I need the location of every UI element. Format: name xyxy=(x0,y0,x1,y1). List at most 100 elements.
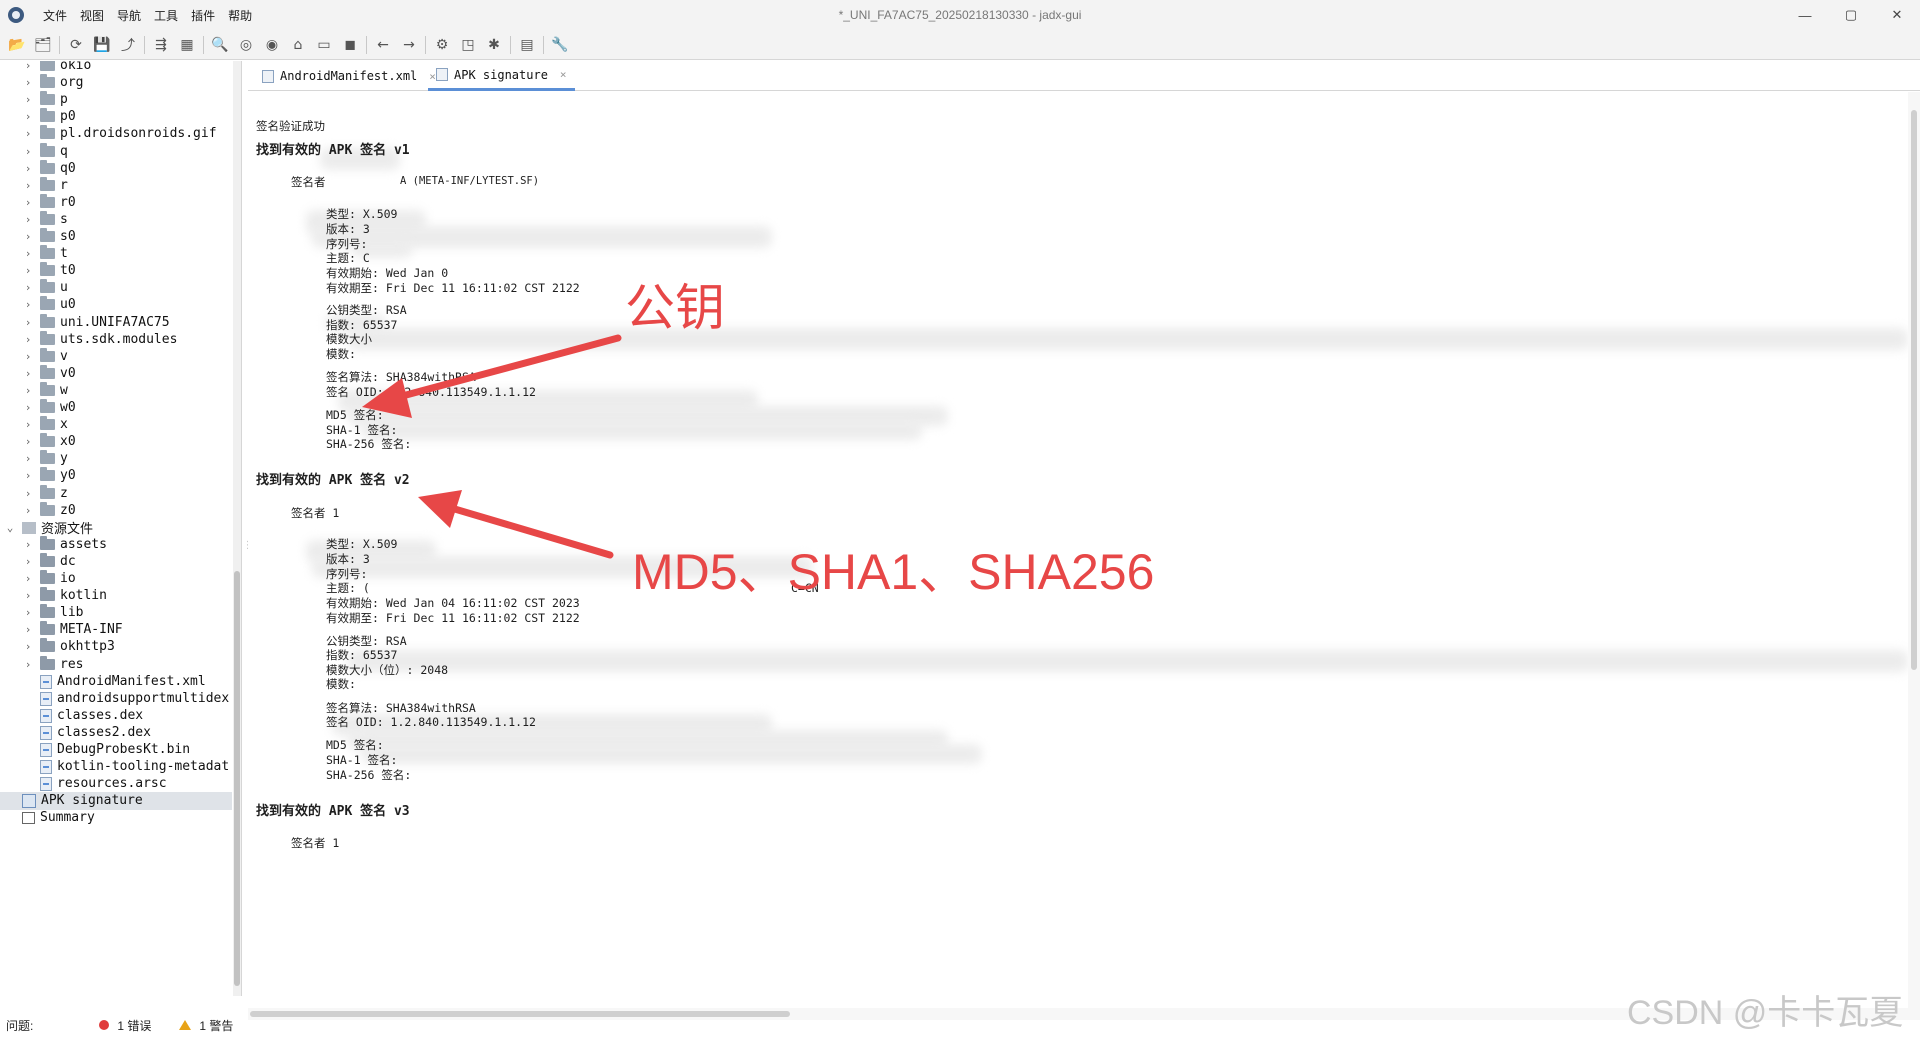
chevron-right-icon[interactable]: › xyxy=(22,384,34,397)
package-icon xyxy=(40,177,55,191)
chevron-right-icon[interactable]: › xyxy=(22,281,34,294)
log-icon[interactable]: ▭ xyxy=(311,33,337,57)
chevron-right-icon[interactable]: › xyxy=(22,589,34,602)
folder-icon xyxy=(40,621,55,635)
tab-apk-signature[interactable]: APK signature × xyxy=(428,61,575,91)
package-icon xyxy=(40,314,55,328)
chevron-right-icon[interactable]: › xyxy=(22,264,34,277)
project-tree[interactable]: › okio › org › p › p0 › pl.droidsonroids.gif › q › q0… xyxy=(0,61,242,996)
warning-count[interactable]: 1 警告 xyxy=(179,1017,233,1034)
chevron-down-icon[interactable]: ⌄ xyxy=(4,521,16,534)
chevron-right-icon[interactable]: › xyxy=(22,333,34,346)
toolbar-separator xyxy=(425,35,426,54)
chevron-right-icon[interactable]: › xyxy=(22,179,34,192)
chevron-right-icon[interactable]: › xyxy=(22,127,34,140)
chevron-right-icon[interactable]: › xyxy=(22,555,34,568)
folder-icon xyxy=(40,587,55,601)
chevron-right-icon[interactable]: › xyxy=(22,469,34,482)
tree-item-label: q0 xyxy=(60,161,76,176)
export-icon[interactable]: ⤴ xyxy=(115,33,141,57)
mark-icon[interactable]: ◼ xyxy=(337,33,363,57)
v2-type: 类型: X.509 xyxy=(326,537,398,551)
open-file-icon[interactable]: 📂 xyxy=(4,33,30,57)
chevron-right-icon[interactable]: › xyxy=(22,435,34,448)
chevron-right-icon[interactable]: › xyxy=(22,230,34,243)
add-files-icon[interactable]: 🗂 xyxy=(30,33,56,57)
tab-androidmanifest[interactable]: AndroidManifest.xml × xyxy=(262,61,436,91)
debug-icon[interactable]: ✱ xyxy=(481,33,507,57)
chevron-right-icon[interactable]: › xyxy=(22,213,34,226)
watermark: CSDN @卡卡瓦夏 xyxy=(1627,994,1904,1032)
chevron-right-icon[interactable]: › xyxy=(22,418,34,431)
minimize-button[interactable]: — xyxy=(1782,0,1828,30)
chevron-right-icon[interactable]: › xyxy=(22,487,34,500)
deobf-icon[interactable]: ▦ xyxy=(174,33,200,57)
chevron-right-icon[interactable]: › xyxy=(22,606,34,619)
content-hscroll-thumb[interactable] xyxy=(250,1011,790,1017)
quark-icon[interactable]: ⚙ xyxy=(429,33,455,57)
tree-item-label: x0 xyxy=(60,434,76,449)
find-usage-icon[interactable]: ◉ xyxy=(259,33,285,57)
resources-icon xyxy=(22,521,36,534)
chevron-right-icon[interactable]: › xyxy=(22,350,34,363)
content-vertical-scrollbar[interactable] xyxy=(1908,92,1920,1020)
chevron-right-icon[interactable]: › xyxy=(22,658,34,671)
tab-close-icon[interactable]: × xyxy=(560,68,567,81)
chevron-right-icon[interactable]: › xyxy=(22,298,34,311)
chevron-right-icon[interactable]: › xyxy=(22,367,34,380)
summary-icon xyxy=(22,811,35,824)
content-scroll-thumb[interactable] xyxy=(1911,110,1917,670)
chevron-right-icon[interactable]: › xyxy=(22,316,34,329)
error-count[interactable]: 1 错误 xyxy=(99,1017,151,1034)
tree-item-label: t0 xyxy=(60,263,76,278)
settings-icon[interactable]: 🔧 xyxy=(547,33,573,57)
chevron-right-icon[interactable]: › xyxy=(22,61,34,72)
v2-sha1: SHA-1 签名: xyxy=(326,753,398,767)
chevron-right-icon[interactable]: › xyxy=(22,623,34,636)
chevron-right-icon[interactable]: › xyxy=(22,196,34,209)
package-icon xyxy=(40,279,55,293)
log-viewer-icon[interactable]: ▤ xyxy=(514,33,540,57)
v1-sig-alg: 签名算法: SHA384withRSA xyxy=(326,370,476,384)
chevron-right-icon[interactable]: › xyxy=(22,538,34,551)
v2-valid-from: 有效期始: Wed Jan 04 16:11:02 CST 2023 xyxy=(326,596,580,610)
chevron-right-icon[interactable]: › xyxy=(22,452,34,465)
chevron-right-icon[interactable]: › xyxy=(22,247,34,260)
chevron-right-icon[interactable]: › xyxy=(22,640,34,653)
tree-vertical-scrollbar[interactable] xyxy=(233,61,241,996)
frida-icon[interactable]: ◳ xyxy=(455,33,481,57)
tree-item-label: z0 xyxy=(60,503,76,518)
save-icon[interactable]: 💾 xyxy=(89,33,115,57)
package-icon xyxy=(40,450,55,464)
chevron-right-icon[interactable]: › xyxy=(22,572,34,585)
search-icon[interactable]: 🔍 xyxy=(207,33,233,57)
chevron-right-icon[interactable]: › xyxy=(22,162,34,175)
chevron-right-icon[interactable]: › xyxy=(22,93,34,106)
redaction xyxy=(362,744,982,764)
chevron-right-icon[interactable]: › xyxy=(22,110,34,123)
home-icon[interactable]: ⌂ xyxy=(285,33,311,57)
restore-button[interactable]: ▢ xyxy=(1828,0,1874,30)
chevron-right-icon[interactable]: › xyxy=(22,504,34,517)
find-class-icon[interactable]: ◎ xyxy=(233,33,259,57)
flatten-icon[interactable]: ⇶ xyxy=(148,33,174,57)
chevron-right-icon[interactable]: › xyxy=(22,145,34,158)
file-icon xyxy=(40,674,52,689)
status-bar: 问题: 1 错误 1 警告 xyxy=(0,1010,245,1040)
chevron-right-icon[interactable]: › xyxy=(22,401,34,414)
back-icon[interactable]: ← xyxy=(370,33,396,57)
tab-label: APK signature xyxy=(454,67,548,82)
v3-signer: 签名者 1 xyxy=(291,836,340,850)
sync-icon[interactable]: ⟳ xyxy=(63,33,89,57)
tree-scroll-thumb[interactable] xyxy=(234,571,240,986)
forward-icon[interactable]: → xyxy=(396,33,422,57)
chevron-right-icon[interactable]: › xyxy=(22,76,34,89)
folder-icon xyxy=(40,604,55,618)
package-icon xyxy=(40,331,55,345)
package-icon xyxy=(40,467,55,481)
tree-item[interactable]: Summary xyxy=(0,807,241,828)
window-title: *_UNI_FA7AC75_20250218130330 - jadx-gui xyxy=(838,8,1082,22)
close-button[interactable]: ✕ xyxy=(1874,0,1920,30)
tree-item-label: res xyxy=(60,657,84,672)
tree-item-label: p0 xyxy=(60,109,76,124)
